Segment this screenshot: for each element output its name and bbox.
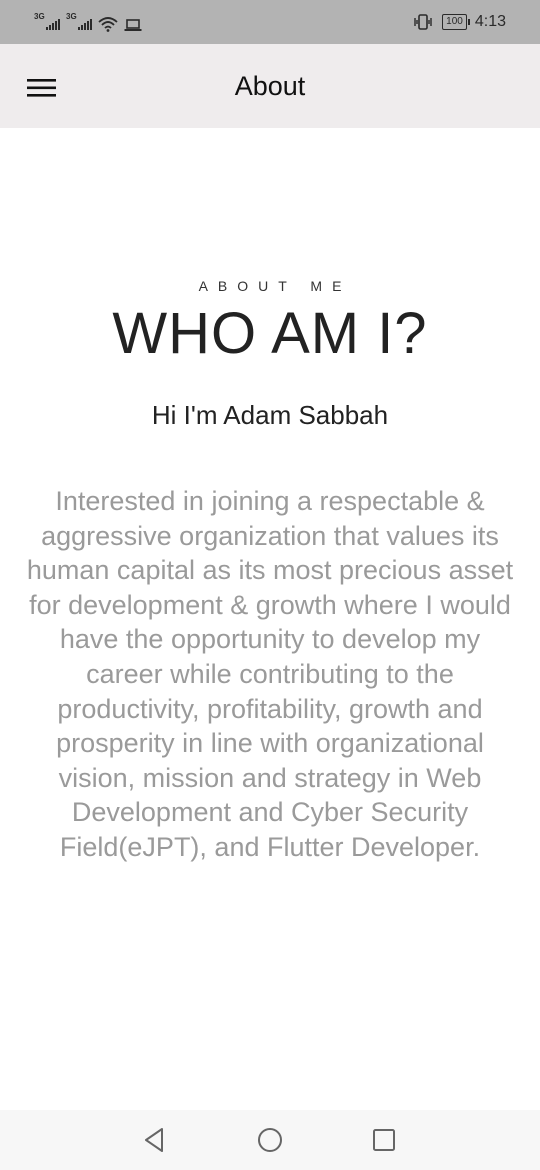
laptop-icon	[124, 19, 142, 31]
signal-bars-icon	[46, 19, 60, 30]
greeting-text: Hi I'm Adam Sabbah	[151, 400, 389, 430]
signal-strength-2: 3G	[66, 12, 92, 32]
bio-paragraph: Interested in joining a respectable & ag…	[26, 486, 514, 862]
app-bar: About	[0, 44, 540, 128]
signal-strength-1: 3G	[34, 12, 60, 32]
section-eyebrow: ABOUT ME	[198, 278, 352, 294]
page-title: About	[234, 71, 306, 101]
status-right-group: 100 4:13	[412, 12, 506, 32]
section-headline: WHO AM I?	[112, 301, 428, 366]
battery-indicator: 100	[442, 14, 470, 30]
network-type-1: 3G	[34, 12, 45, 21]
network-type-2: 3G	[66, 12, 77, 21]
system-nav-bar	[0, 1110, 540, 1170]
recents-square-icon[interactable]	[368, 1124, 400, 1156]
signal-bars-icon	[78, 19, 92, 30]
back-triangle-icon[interactable]	[139, 1124, 171, 1156]
vibrate-icon	[414, 14, 432, 30]
home-circle-icon[interactable]	[254, 1124, 286, 1156]
status-clock: 4:13	[474, 13, 506, 30]
status-bar: 3G 3G 100 4:13	[0, 0, 540, 44]
status-left-group: 3G 3G	[34, 12, 142, 32]
wifi-icon	[98, 17, 118, 32]
